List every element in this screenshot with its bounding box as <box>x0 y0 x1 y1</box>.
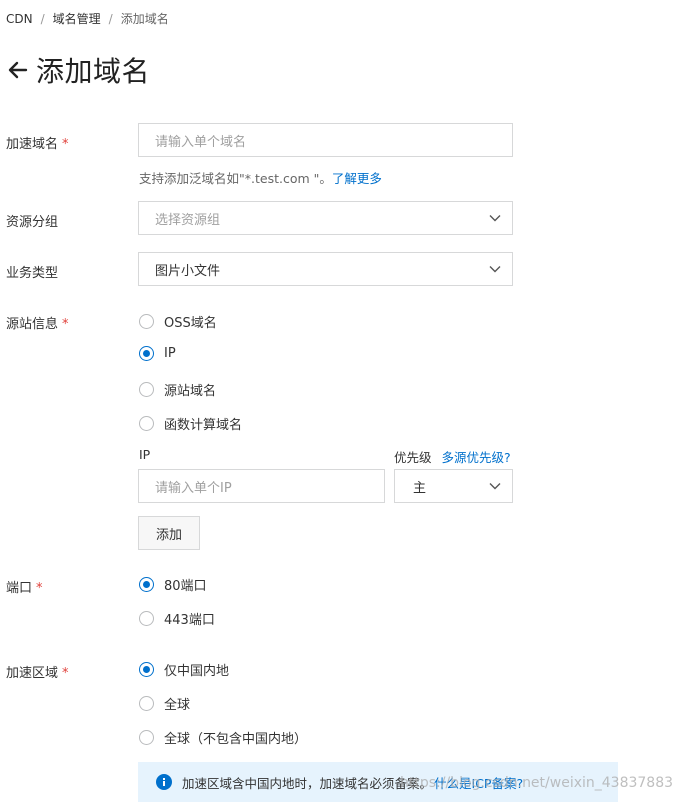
priority-value: 主 <box>413 480 427 496</box>
port-option-80[interactable]: 80端口 <box>139 575 207 594</box>
breadcrumb-separator: / <box>40 11 45 26</box>
page: CDN / 域名管理 / 添加域名 添加域名 加速域名 * 请输入单个域名 支持添… <box>0 0 694 802</box>
origin-label: 源站信息 * <box>6 317 69 332</box>
radio-button[interactable] <box>139 382 154 397</box>
breadcrumb-current: 添加域名 <box>120 12 169 26</box>
ip-input[interactable]: 请输入单个IP <box>138 469 385 503</box>
radio-label: 80端口 <box>164 579 207 594</box>
multi-origin-priority-link[interactable]: 多源优先级? <box>442 450 511 465</box>
business-type-label: 业务类型 <box>6 266 59 281</box>
radio-label: OSS域名 <box>164 316 217 331</box>
chevron-down-icon <box>489 483 501 490</box>
breadcrumb-domain-management[interactable]: 域名管理 <box>53 10 101 27</box>
domain-label: 加速域名 * <box>6 137 69 152</box>
radio-button-checked[interactable] <box>139 662 154 677</box>
port-option-443[interactable]: 443端口 <box>139 609 215 628</box>
port-label: 端口 * <box>6 581 43 596</box>
origin-option-ip[interactable]: IP <box>139 346 176 361</box>
page-title: 添加域名 <box>36 55 151 88</box>
origin-option-source-domain[interactable]: 源站域名 <box>139 380 216 399</box>
watermark: https://blog.csdn.net/weixin_43837883 <box>400 775 674 791</box>
priority-label: 优先级 多源优先级? <box>394 450 511 465</box>
region-label: 加速区域 * <box>6 666 69 681</box>
radio-button[interactable] <box>139 314 154 329</box>
chevron-down-icon <box>489 266 501 273</box>
radio-label: 全球（不包含中国内地） <box>164 732 308 747</box>
region-option-global-excluding-mainland[interactable]: 全球（不包含中国内地） <box>139 728 307 747</box>
region-option-global[interactable]: 全球 <box>139 694 190 713</box>
radio-label: IP <box>164 346 176 361</box>
notice-text: 加速区域含中国内地时，加速域名必须备案。 <box>182 775 433 791</box>
radio-button[interactable] <box>139 730 154 745</box>
domain-input[interactable]: 请输入单个域名 <box>138 123 513 157</box>
ip-label: IP <box>139 447 151 462</box>
learn-more-link[interactable]: 了解更多 <box>332 171 382 186</box>
breadcrumb-separator: / <box>108 11 113 26</box>
radio-label: 仅中国内地 <box>164 664 230 679</box>
ip-input-placeholder: 请输入单个IP <box>155 480 232 496</box>
origin-option-oss[interactable]: OSS域名 <box>139 312 217 331</box>
chevron-down-icon <box>489 215 501 222</box>
business-type-select[interactable]: 图片小文件 <box>138 252 513 286</box>
title-row: 添加域名 <box>6 50 150 90</box>
radio-button[interactable] <box>139 416 154 431</box>
radio-button-checked[interactable] <box>139 346 154 361</box>
resource-group-select[interactable]: 选择资源组 <box>138 201 513 235</box>
radio-label: 全球 <box>164 698 191 713</box>
back-arrow-icon[interactable] <box>6 58 30 82</box>
radio-button[interactable] <box>139 696 154 711</box>
radio-label: 函数计算域名 <box>164 418 243 433</box>
breadcrumb: CDN / 域名管理 / 添加域名 <box>6 10 169 27</box>
radio-button[interactable] <box>139 611 154 626</box>
business-type-value: 图片小文件 <box>155 263 221 279</box>
info-icon <box>156 774 172 790</box>
origin-option-function-compute[interactable]: 函数计算域名 <box>139 414 242 433</box>
resource-group-label: 资源分组 <box>6 215 59 230</box>
radio-button-checked[interactable] <box>139 577 154 592</box>
priority-select[interactable]: 主 <box>394 469 513 503</box>
breadcrumb-cdn[interactable]: CDN <box>6 12 33 26</box>
domain-input-placeholder: 请输入单个域名 <box>155 134 247 150</box>
domain-hint: 支持添加泛域名如"*.test.com "。了解更多 <box>139 171 382 186</box>
resource-group-placeholder: 选择资源组 <box>155 212 221 228</box>
add-origin-button[interactable]: 添加 <box>138 516 200 550</box>
radio-label: 443端口 <box>164 613 215 628</box>
radio-label: 源站域名 <box>164 384 217 399</box>
region-option-mainland[interactable]: 仅中国内地 <box>139 660 229 679</box>
